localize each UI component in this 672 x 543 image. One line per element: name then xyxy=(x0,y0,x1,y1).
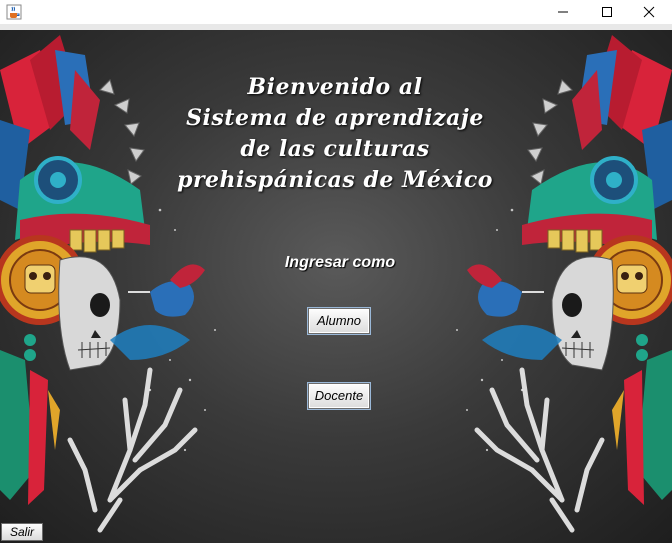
docente-button[interactable]: Docente xyxy=(307,382,371,410)
login-prompt: Ingresar como xyxy=(284,254,396,271)
close-icon xyxy=(643,6,655,18)
maximize-button[interactable] xyxy=(584,0,630,24)
salir-button[interactable]: Salir xyxy=(1,523,43,541)
welcome-panel: Bienvenido al Sistema de aprendizaje de … xyxy=(0,30,672,543)
java-cup-icon xyxy=(6,4,22,20)
welcome-title: Bienvenido al Sistema de aprendizaje de … xyxy=(160,72,510,196)
maximize-icon xyxy=(602,7,612,17)
minimize-button[interactable] xyxy=(540,0,586,24)
close-button[interactable] xyxy=(626,0,672,24)
minimize-icon xyxy=(558,11,568,13)
alumno-button[interactable]: Alumno xyxy=(307,307,371,335)
title-line: Sistema de aprendizaje xyxy=(186,105,484,131)
window-title-bar xyxy=(0,0,672,24)
title-line: Bienvenido al xyxy=(247,74,423,100)
title-line: prehispánicas de México xyxy=(177,167,493,193)
title-line: de las culturas xyxy=(240,136,430,162)
